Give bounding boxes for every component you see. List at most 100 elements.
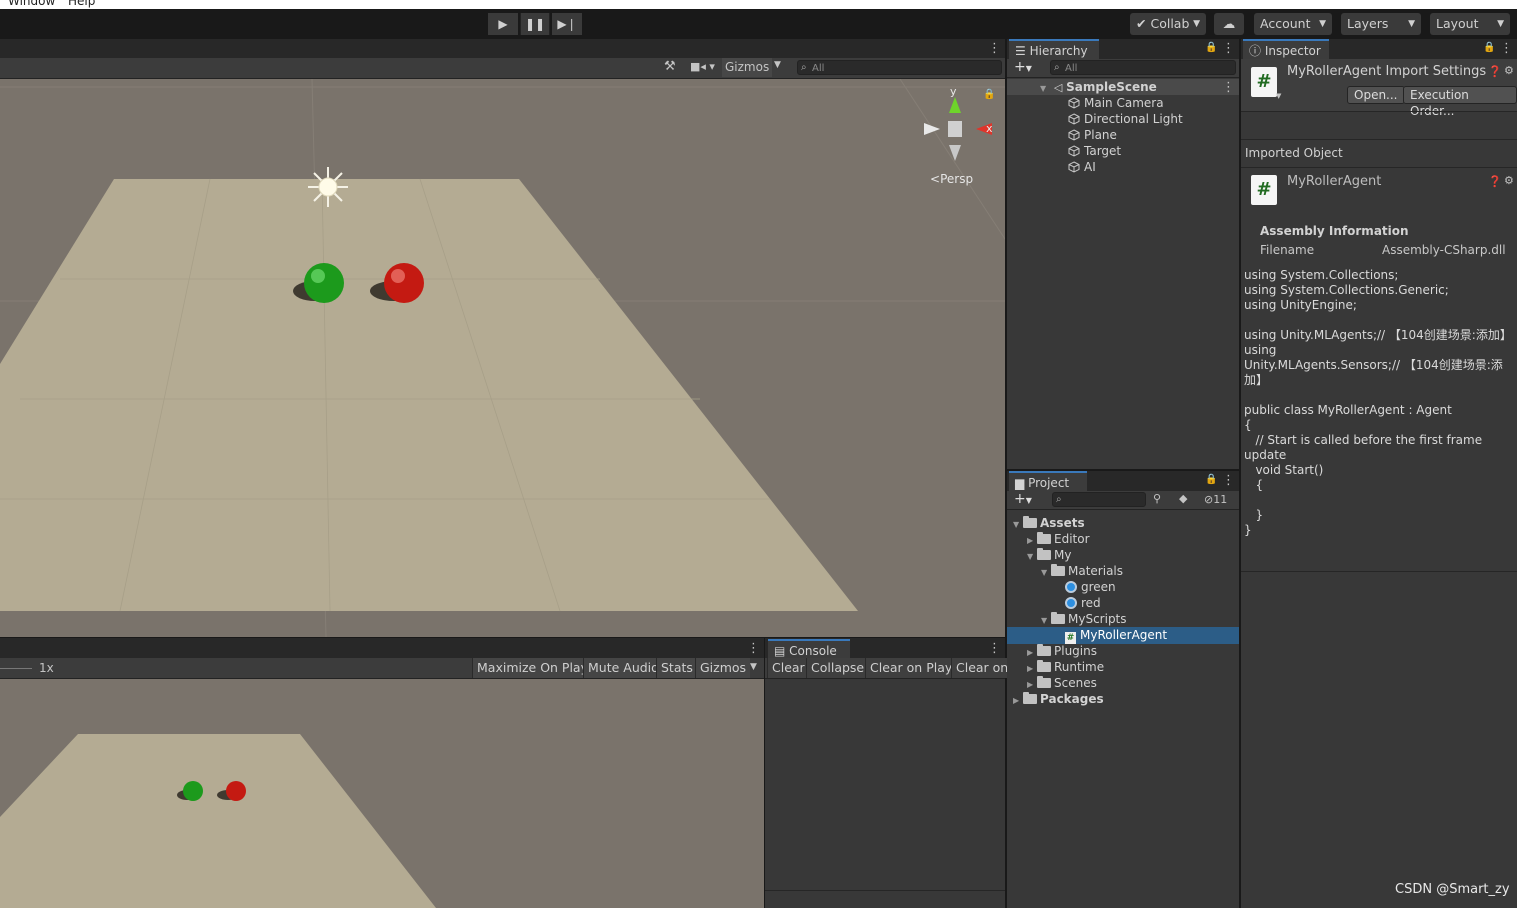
play-button[interactable]: ▶ [488, 13, 518, 35]
project-item-label: Assets [1040, 516, 1085, 530]
stats-toggle[interactable]: Stats [656, 658, 697, 678]
material-icon [1065, 581, 1077, 593]
open-button[interactable]: Open... [1347, 86, 1405, 104]
lock-icon[interactable]: 🔒 [1205, 42, 1217, 53]
hierarchy-icon: ☰ [1015, 44, 1026, 58]
project-item-label: Scenes [1054, 676, 1097, 690]
project-item-label: Editor [1054, 532, 1090, 546]
gameobject-icon [1068, 97, 1080, 109]
cloud-button[interactable]: ☁ [1214, 13, 1244, 35]
collab-button[interactable]: ✔ Collab ▼ [1130, 13, 1206, 35]
hidden-packages-icon[interactable]: ⊘11 [1204, 493, 1227, 506]
hierarchy-item[interactable]: Main Camera [1068, 95, 1164, 111]
divider [1241, 139, 1517, 140]
scale-slider[interactable] [0, 668, 32, 669]
tab-project[interactable]: ▆ Project [1009, 471, 1087, 491]
menu-help[interactable]: Help [68, 0, 95, 8]
folder-icon [1023, 692, 1037, 704]
console-clear-on-build-toggle[interactable]: Clear on [951, 658, 1013, 678]
more-icon[interactable]: ⋮ [988, 42, 1001, 56]
unity-scene-icon: ◁ [1053, 81, 1063, 94]
axis-y-label: y [950, 85, 957, 98]
layers-dropdown[interactable]: Layers ▼ [1341, 13, 1421, 35]
script-source: using System.Collections; using System.C… [1244, 268, 1512, 537]
chevron-down-icon: ▼ [1497, 19, 1504, 29]
more-icon[interactable]: ⋮ [1222, 81, 1235, 95]
more-icon[interactable]: ⋮ [1500, 42, 1513, 56]
gizmos-button[interactable]: Gizmos [722, 58, 773, 77]
game-viewport[interactable] [0, 679, 764, 908]
console-collapse-button[interactable]: Collapse [806, 658, 869, 678]
mute-audio-toggle[interactable]: Mute Audio [583, 658, 663, 678]
hierarchy-item[interactable]: Plane [1068, 127, 1117, 143]
gear-icon[interactable]: ⚙ [1504, 64, 1514, 77]
console-divider [765, 890, 1005, 891]
csharp-script-icon: # [1251, 175, 1277, 205]
axis-x-label: x [986, 122, 993, 135]
scene-name: SampleScene [1066, 80, 1157, 94]
help-icon[interactable]: ❓ [1488, 65, 1502, 78]
console-clear-on-play-toggle[interactable]: Clear on Play [865, 658, 957, 678]
scale-label: 1x [39, 661, 54, 675]
gear-icon[interactable]: ⚙ [1504, 174, 1514, 187]
tab-console[interactable]: ▤ Console [768, 639, 850, 658]
hierarchy-item[interactable]: Target [1068, 143, 1121, 159]
hierarchy-item[interactable]: AI [1068, 159, 1096, 175]
project-item-label: Packages [1040, 692, 1104, 706]
scene-search-input[interactable]: All [797, 60, 1002, 75]
projection-label[interactable]: <Persp [930, 172, 973, 186]
pause-button[interactable]: ❚❚ [520, 13, 550, 35]
project-search-input[interactable] [1052, 492, 1146, 507]
project-item[interactable]: ▶ Packages [1007, 691, 1239, 709]
watermark: CSDN @Smart_zy [1395, 882, 1510, 897]
execution-order-button[interactable]: Execution Order... [1403, 86, 1517, 118]
project-item-label: red [1081, 596, 1101, 610]
console-tab-label: Console [789, 644, 837, 658]
lock-icon[interactable]: 🔒 [983, 89, 995, 100]
tab-inspector[interactable]: ⓘ Inspector [1243, 39, 1329, 59]
chevron-right-icon[interactable]: ▶ [1013, 693, 1023, 709]
chevron-down-icon[interactable]: ▼ [774, 60, 781, 70]
help-icon[interactable]: ❓ [1488, 175, 1502, 188]
label-tag-icon[interactable]: ◆ [1179, 492, 1187, 505]
account-dropdown[interactable]: Account ▼ [1254, 13, 1332, 35]
gizmos-toggle[interactable]: Gizmos [695, 658, 751, 678]
camera-icon[interactable]: ■◂ ▾ [690, 60, 715, 73]
more-icon[interactable]: ⋮ [988, 642, 1001, 656]
folder-icon [1037, 660, 1051, 672]
project-item[interactable]: red [1007, 595, 1239, 611]
console-clear-button[interactable]: Clear [767, 658, 809, 678]
scene-viewport[interactable]: y x 🔒 <Persp [0, 79, 1005, 637]
hierarchy-item[interactable]: Directional Light [1068, 111, 1183, 127]
step-button[interactable]: ▶❘ [552, 13, 582, 35]
scene-tab-bar: ⋮ [0, 39, 1005, 58]
more-icon[interactable]: ⋮ [1222, 474, 1235, 488]
more-icon[interactable]: ⋮ [1222, 42, 1235, 56]
menu-window[interactable]: Window [8, 0, 55, 8]
chevron-down-icon: ▼ [1040, 84, 1047, 93]
info-icon: ⓘ [1249, 44, 1262, 58]
layout-label: Layout [1436, 16, 1479, 31]
layout-dropdown[interactable]: Layout ▼ [1430, 13, 1510, 35]
tools-icon[interactable]: ⚒ [664, 59, 676, 74]
inspector-title: MyRollerAgent Import Settings [1287, 64, 1487, 79]
divider [1241, 167, 1517, 168]
project-item[interactable]: green [1007, 579, 1239, 595]
lock-icon[interactable]: 🔒 [1483, 42, 1495, 53]
filter-by-type-icon[interactable]: ⚲ [1153, 492, 1161, 505]
tab-hierarchy[interactable]: ☰ Hierarchy [1009, 39, 1099, 59]
lock-icon[interactable]: 🔒 [1205, 474, 1217, 485]
chevron-down-icon[interactable]: ▼ [750, 662, 757, 672]
chevron-down-icon[interactable]: ▼ [1276, 92, 1281, 100]
chevron-down-icon: ▼ [1193, 19, 1200, 29]
add-icon[interactable]: +▼ [1014, 59, 1032, 75]
maximize-on-play-toggle[interactable]: Maximize On Play [472, 658, 592, 678]
add-icon[interactable]: +▼ [1014, 491, 1032, 507]
more-icon[interactable]: ⋮ [747, 642, 760, 656]
hierarchy-item-label: Plane [1084, 128, 1117, 142]
divider [1241, 111, 1517, 112]
hierarchy-search-input[interactable]: All [1050, 60, 1236, 75]
project-item[interactable]: # MyRollerAgent [1007, 627, 1239, 644]
console-icon: ▤ [774, 644, 786, 658]
filename-label: Filename [1260, 243, 1315, 257]
